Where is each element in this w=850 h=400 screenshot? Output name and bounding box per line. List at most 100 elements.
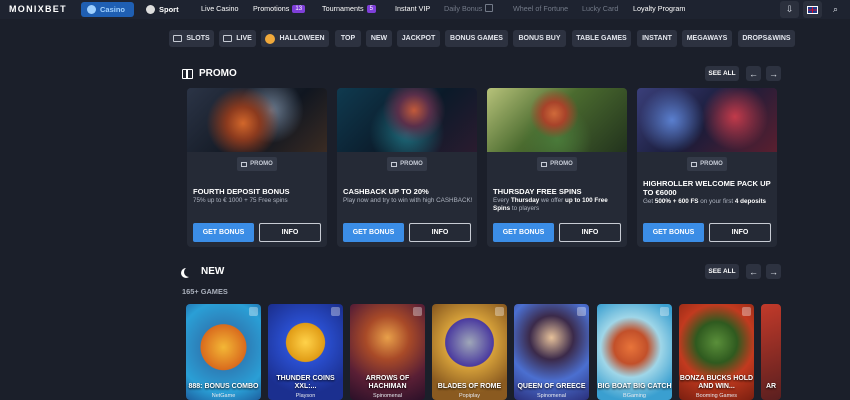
promo-card: PROMO THURSDAY FREE SPINS Every Thursday… bbox=[487, 88, 627, 247]
get-bonus-button[interactable]: GET BONUS bbox=[193, 223, 254, 242]
nav-promotions[interactable]: Promotions 13 bbox=[253, 4, 306, 13]
game-tile[interactable]: BIG BOAT BIG CATCH BGaming bbox=[597, 304, 672, 400]
gift-icon bbox=[391, 161, 398, 167]
promo-title: HIGHROLLER WELCOME PACK UP TO €6000 bbox=[643, 179, 771, 197]
category-top[interactable]: TOP bbox=[335, 30, 361, 47]
game-title: AR bbox=[766, 383, 777, 390]
promo-next-arrow-icon[interactable]: → bbox=[766, 66, 781, 81]
game-provider: NetGame bbox=[211, 393, 236, 399]
info-button[interactable]: INFO bbox=[709, 223, 771, 242]
promo-description: 75% up to € 1000 + 75 Free spins bbox=[193, 197, 288, 204]
promo-card: PROMO FOURTH DEPOSIT BONUS 75% up to € 1… bbox=[187, 88, 327, 247]
game-provider: BGaming bbox=[623, 393, 646, 399]
favorite-icon[interactable] bbox=[331, 307, 340, 316]
promo-see-all-button[interactable]: SEE ALL bbox=[705, 66, 739, 81]
nav-instant-vip[interactable]: Instant VIP bbox=[395, 4, 430, 13]
category-bonus-games[interactable]: BONUS GAMES bbox=[445, 30, 508, 47]
casino-icon bbox=[87, 5, 96, 14]
game-provider: Playson bbox=[295, 393, 316, 399]
promotions-count-badge: 13 bbox=[292, 5, 306, 13]
game-tile[interactable]: BONZA BUCKS HOLD AND WIN... Booming Game… bbox=[679, 304, 754, 400]
nav-lucky-card[interactable]: Lucky Card bbox=[582, 4, 618, 13]
pumpkin-icon bbox=[265, 33, 276, 44]
uk-flag-icon bbox=[807, 5, 818, 14]
game-tile[interactable]: QUEEN OF GREECE Spinomenal bbox=[514, 304, 589, 400]
nav-loyalty-program[interactable]: Loyalty Program bbox=[633, 4, 685, 13]
nav-tournaments[interactable]: Tournaments 5 bbox=[322, 4, 376, 13]
game-provider: Booming Games bbox=[696, 393, 737, 399]
favorite-icon[interactable] bbox=[249, 307, 258, 316]
category-jackpot[interactable]: JACKPOT bbox=[397, 30, 440, 47]
favorite-icon[interactable] bbox=[413, 307, 422, 316]
warrior-woman-image bbox=[487, 88, 627, 152]
favorite-icon[interactable] bbox=[495, 307, 504, 316]
promo-card: PROMO HIGHROLLER WELCOME PACK UP TO €600… bbox=[637, 88, 777, 247]
promo-tag: PROMO bbox=[687, 157, 727, 171]
live-icon bbox=[223, 35, 233, 42]
get-bonus-button[interactable]: GET BONUS bbox=[343, 223, 404, 242]
game-tile[interactable]: 888: BONUS COMBO NetGame bbox=[186, 304, 261, 400]
category-slots[interactable]: SLOTS bbox=[169, 30, 214, 47]
nav-wheel-of-fortune[interactable]: Wheel of Fortune bbox=[513, 4, 568, 13]
promo-tag: PROMO bbox=[237, 157, 277, 171]
favorite-icon[interactable] bbox=[660, 307, 669, 316]
get-bonus-button[interactable]: GET BONUS bbox=[643, 223, 704, 242]
promo-title: THURSDAY FREE SPINS bbox=[493, 187, 582, 196]
new-see-all-button[interactable]: SEE ALL bbox=[705, 264, 739, 279]
game-title: BLADES OF ROME bbox=[437, 383, 502, 390]
games-count: 165+ GAMES bbox=[182, 287, 228, 296]
favorite-icon[interactable] bbox=[742, 307, 751, 316]
info-button[interactable]: INFO bbox=[559, 223, 621, 242]
game-tile[interactable]: AR bbox=[761, 304, 781, 400]
game-tile[interactable]: ARROWS OF HACHIMAN Spinomenal bbox=[350, 304, 425, 400]
game-provider: Spinomenal bbox=[536, 393, 567, 399]
nav-daily-bonus[interactable]: Daily Bonus bbox=[444, 4, 496, 13]
language-button[interactable] bbox=[803, 1, 822, 18]
game-tile[interactable]: THUNDER COINS XXL:... Playson bbox=[268, 304, 343, 400]
download-icon[interactable]: ⇩ bbox=[780, 1, 799, 18]
category-new[interactable]: NEW bbox=[366, 30, 392, 47]
category-megaways[interactable]: MEGAWAYS bbox=[682, 30, 732, 47]
tournaments-count-badge: 5 bbox=[366, 5, 376, 13]
promo-tag: PROMO bbox=[387, 157, 427, 171]
gift-icon bbox=[182, 68, 193, 79]
promo-card: PROMO CASHBACK UP TO 20% Play now and tr… bbox=[337, 88, 477, 247]
promo-prev-arrow-icon[interactable]: ← bbox=[746, 66, 761, 81]
category-bonus-buy[interactable]: BONUS BUY bbox=[513, 30, 566, 47]
sport-tab[interactable]: Sport bbox=[140, 2, 190, 17]
new-next-arrow-icon[interactable]: → bbox=[766, 264, 781, 279]
game-title: BIG BOAT BIG CATCH bbox=[597, 383, 672, 390]
promo-description: Every Thursday we offer up to 100 Free S… bbox=[493, 197, 608, 212]
promo-tag: PROMO bbox=[537, 157, 577, 171]
category-halloween[interactable]: HALLOWEEN bbox=[261, 30, 329, 47]
game-title: ARROWS OF HACHIMAN bbox=[365, 375, 410, 390]
gift-icon bbox=[241, 161, 248, 167]
category-table-games[interactable]: TABLE GAMES bbox=[572, 30, 631, 47]
game-tile[interactable]: BLADES OF ROME Popiplay bbox=[432, 304, 507, 400]
new-prev-arrow-icon[interactable]: ← bbox=[746, 264, 761, 279]
info-button[interactable]: INFO bbox=[409, 223, 471, 242]
nav-live-casino[interactable]: Live Casino bbox=[201, 4, 239, 13]
top-bar: MONIXBET Casino Sport Live Casino Promot… bbox=[0, 0, 850, 19]
game-title: BONZA BUCKS HOLD AND WIN... bbox=[679, 375, 754, 390]
logo[interactable]: MONIXBET bbox=[9, 4, 67, 14]
category-bar: SLOTS LIVE HALLOWEEN TOP NEW JACKPOT BON… bbox=[0, 30, 850, 48]
category-instant[interactable]: INSTANT bbox=[637, 30, 677, 47]
gift-icon bbox=[691, 161, 698, 167]
casino-tab[interactable]: Casino bbox=[81, 2, 134, 17]
category-live[interactable]: LIVE bbox=[219, 30, 256, 47]
promo-description: Play now and try to win with high CASHBA… bbox=[343, 197, 473, 204]
calendar-icon bbox=[485, 4, 494, 12]
soccer-ball-icon bbox=[146, 5, 155, 14]
search-icon[interactable]: ⌕ bbox=[826, 1, 845, 18]
info-button[interactable]: INFO bbox=[259, 223, 321, 242]
game-title: 888: BONUS COMBO bbox=[188, 383, 259, 390]
slots-icon bbox=[173, 35, 183, 42]
favorite-icon[interactable] bbox=[577, 307, 586, 316]
promo-title: FOURTH DEPOSIT BONUS bbox=[193, 187, 290, 196]
game-provider: Popiplay bbox=[458, 393, 481, 399]
category-drops-wins[interactable]: DROPS&WINS bbox=[738, 30, 795, 47]
get-bonus-button[interactable]: GET BONUS bbox=[493, 223, 554, 242]
promo-title: CASHBACK UP TO 20% bbox=[343, 187, 429, 196]
new-heading: NEW bbox=[181, 266, 224, 277]
